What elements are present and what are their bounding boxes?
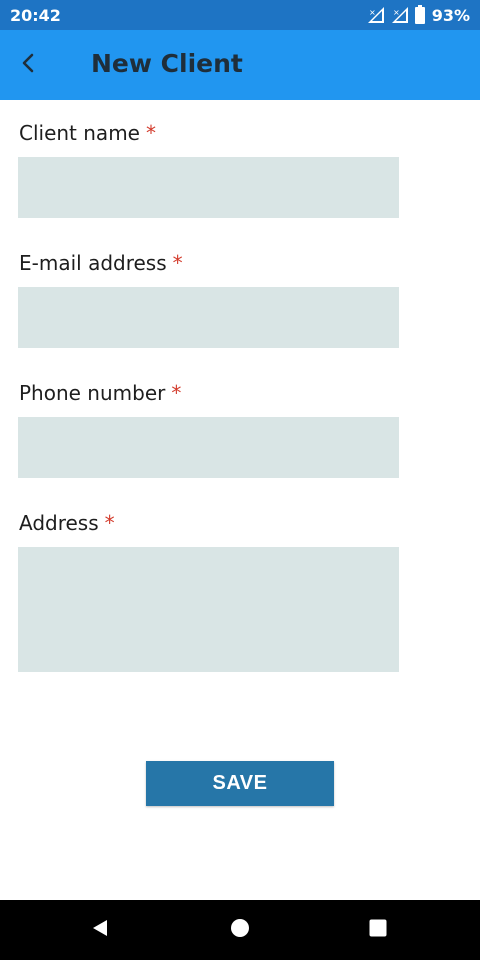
status-icons: × × 93% [366, 5, 470, 25]
nav-recents-button[interactable] [358, 910, 398, 950]
app-bar: New Client [0, 30, 480, 100]
address-input[interactable] [18, 547, 399, 672]
status-time: 20:42 [10, 5, 61, 25]
chevron-left-icon [16, 51, 40, 80]
email-label: E-mail address * [19, 251, 183, 275]
system-nav-bar [0, 900, 480, 960]
back-button[interactable] [8, 45, 48, 85]
status-bar: 20:42 × × 93% [0, 0, 480, 30]
back-triangle-icon [90, 918, 110, 943]
address-label: Address * [19, 511, 115, 535]
required-marker: * [145, 121, 156, 145]
battery-icon [414, 5, 426, 25]
required-marker: * [171, 381, 182, 405]
new-client-screen: 20:42 × × 93% New Client Client name * E… [0, 0, 480, 960]
battery-percentage: 93% [431, 5, 470, 25]
required-marker: * [104, 511, 115, 535]
svg-text:×: × [369, 8, 376, 17]
email-input[interactable] [18, 287, 399, 348]
signal-icon-sim2: × [390, 6, 410, 24]
recents-square-icon [368, 918, 388, 943]
nav-back-button[interactable] [80, 910, 120, 950]
signal-icon-sim1: × [366, 6, 386, 24]
client-name-label: Client name * [19, 121, 156, 145]
required-marker: * [172, 251, 183, 275]
home-circle-icon [230, 918, 250, 943]
save-button[interactable]: SAVE [146, 761, 334, 806]
phone-label: Phone number * [19, 381, 182, 405]
phone-input[interactable] [18, 417, 399, 478]
client-name-input[interactable] [18, 157, 399, 218]
nav-home-button[interactable] [220, 910, 260, 950]
page-title: New Client [91, 49, 243, 78]
svg-text:×: × [393, 8, 400, 17]
